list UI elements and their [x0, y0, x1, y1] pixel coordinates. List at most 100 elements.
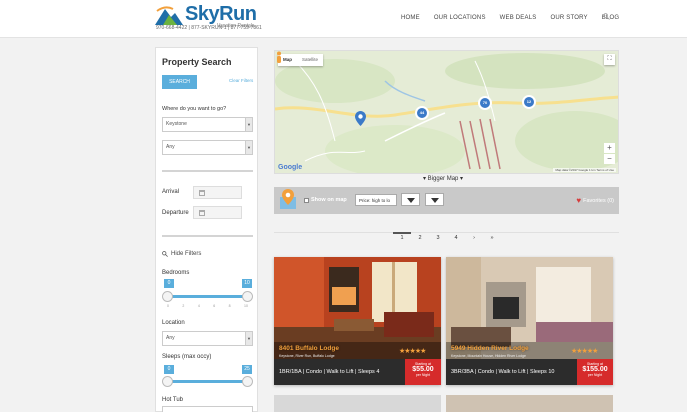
page-1[interactable]: 1: [393, 232, 411, 241]
nav-web-deals[interactable]: WEB DEALS: [500, 15, 537, 21]
listing-title[interactable]: 8401 Buffalo Lodge: [279, 345, 339, 352]
mountain-logo-icon: [155, 6, 183, 25]
price-suffix: per Night: [415, 373, 431, 377]
map-cluster-pin[interactable]: 70: [478, 96, 492, 110]
property-search-sidebar: Property Search SEARCH Clear Filters Whe…: [155, 47, 258, 412]
price-badge: Starting at $155.00 per Night: [577, 359, 613, 385]
bedrooms-max-handle[interactable]: [242, 291, 253, 302]
page-3[interactable]: 3: [429, 235, 447, 241]
map-terrain: [275, 51, 618, 173]
property-map[interactable]: Map Satellite ⛶ + − 44 70 12 Google Map …: [274, 50, 619, 174]
show-on-map-checkbox[interactable]: [304, 198, 309, 203]
calendar-icon: [199, 210, 205, 216]
page-4[interactable]: 4: [447, 235, 465, 241]
google-logo: Google: [278, 164, 303, 171]
listing-details: 1BR/1BA | Condo | Walk to Lift | Sleeps …: [279, 369, 380, 375]
chevron-down-icon: ▼: [245, 141, 252, 154]
listing-card[interactable]: [446, 395, 613, 412]
favorites-label: Favorites (0): [583, 197, 614, 204]
magnifier-icon: [162, 251, 168, 257]
arrival-date-input[interactable]: [193, 186, 242, 199]
divider: [162, 235, 253, 237]
bedrooms-min-handle[interactable]: [162, 291, 173, 302]
sort-dropdown-button[interactable]: [401, 193, 420, 206]
location-pin-icon[interactable]: [355, 111, 366, 126]
hide-filters-toggle[interactable]: Hide Filters: [162, 251, 201, 257]
map-marker-icon: [280, 189, 296, 209]
sort-select[interactable]: Price: high to lo: [355, 194, 397, 206]
search-button[interactable]: SEARCH: [162, 75, 197, 89]
chevron-down-icon: ▼: [245, 332, 252, 345]
tick-label: 4: [197, 304, 200, 308]
bedrooms-label: Bedrooms: [162, 270, 190, 276]
tick-label: 2: [182, 304, 185, 308]
listing-title[interactable]: 5949 Hidden River Lodge: [451, 345, 529, 352]
hot-tub-label: Hot Tub: [162, 397, 184, 403]
listing-info-bar: 3BR/3BA | Condo | Walk to Lift | Sleeps …: [446, 359, 613, 385]
listing-photo: [274, 257, 441, 359]
sleeps-min-value: 0: [164, 365, 174, 374]
listing-location: Keystone, Mountain House, Hidden River L…: [451, 354, 526, 358]
nav-our-locations[interactable]: OUR LOCATIONS: [434, 15, 486, 21]
page-2[interactable]: 2: [411, 235, 429, 241]
nav-home[interactable]: HOME: [401, 15, 420, 21]
fullscreen-icon[interactable]: ⛶: [604, 54, 615, 65]
listing-card[interactable]: 8401 Buffalo Lodge Keystone, River Run, …: [274, 257, 441, 385]
chevron-down-icon: ▼: [245, 118, 252, 131]
show-on-map-label: Show on map: [311, 197, 347, 203]
listing-details: 3BR/3BA | Condo | Walk to Lift | Sleeps …: [451, 369, 555, 375]
listing-photo: [446, 257, 613, 359]
listing-card[interactable]: 5949 Hidden River Lodge Keystone, Mounta…: [446, 257, 613, 385]
pagination: 1 2 3 4 › »: [393, 232, 501, 241]
filter-dropdown-button[interactable]: [425, 193, 444, 206]
arrival-label: Arrival: [162, 189, 180, 195]
clear-filters-link[interactable]: Clear Filters: [229, 78, 253, 83]
zoom-out-button[interactable]: −: [604, 154, 615, 164]
map-type-satellite[interactable]: Satellite: [297, 54, 323, 66]
price-value: $155.00: [582, 366, 608, 373]
last-page[interactable]: »: [483, 235, 501, 241]
favorites-link[interactable]: ♥ Favorites (0): [576, 196, 614, 205]
sleeps-max-handle[interactable]: [242, 376, 253, 387]
sidebar-title: Property Search: [162, 57, 232, 67]
divider: [162, 170, 253, 172]
search-icon[interactable]: [603, 13, 610, 20]
site-header: SkyRun Vacation Rentals 970-668-4422 | 8…: [0, 0, 687, 38]
price-value: $55.00: [412, 366, 434, 373]
location-label: Location: [162, 320, 185, 326]
tick-label: 10: [244, 304, 248, 308]
location-select[interactable]: Any ▼: [162, 331, 253, 346]
hot-tub-select[interactable]: [162, 406, 253, 412]
area-value: Any: [166, 144, 175, 150]
triangle-down-icon: [407, 198, 415, 203]
destination-select[interactable]: Keystone ▼: [162, 117, 253, 132]
map-attribution: Map data ©2017 Google 1 km Terms of Use: [553, 168, 616, 172]
price-badge: Starting at $55.00 per Night: [405, 359, 441, 385]
nav-our-story[interactable]: OUR STORY: [550, 15, 587, 21]
map-cluster-pin[interactable]: 12: [522, 95, 536, 109]
tick-label: 6: [213, 304, 216, 308]
tick-label: 0: [167, 304, 169, 308]
listing-card[interactable]: [274, 395, 441, 412]
hide-filters-label: Hide Filters: [171, 251, 202, 257]
bedrooms-min-value: 0: [164, 279, 174, 288]
pager-divider: [274, 232, 619, 233]
bedrooms-ticks: 0 2 4 6 8 10: [167, 304, 248, 308]
skyrun-logo[interactable]: SkyRun Vacation Rentals: [155, 3, 275, 37]
bedrooms-slider-track[interactable]: [167, 295, 248, 298]
pegman-icon[interactable]: [275, 51, 283, 63]
zoom-in-button[interactable]: +: [604, 143, 615, 153]
map-cluster-pin[interactable]: 44: [415, 106, 429, 120]
departure-date-input[interactable]: [193, 206, 242, 219]
listing-info-bar: 1BR/1BA | Condo | Walk to Lift | Sleeps …: [274, 359, 441, 385]
where-label: Where do you want to go?: [162, 106, 227, 112]
sleeps-label: Sleeps (max occy): [162, 354, 212, 360]
departure-label: Departure: [162, 210, 189, 216]
bigger-map-toggle[interactable]: ▾ Bigger Map ▾: [423, 175, 463, 182]
sleeps-slider-track[interactable]: [167, 380, 248, 383]
main-nav: HOME OUR LOCATIONS WEB DEALS OUR STORY B…: [401, 15, 633, 21]
rating-stars-icon: ★★★★★: [399, 348, 426, 355]
next-page[interactable]: ›: [465, 235, 483, 241]
area-select[interactable]: Any ▼: [162, 140, 253, 155]
sleeps-min-handle[interactable]: [162, 376, 173, 387]
